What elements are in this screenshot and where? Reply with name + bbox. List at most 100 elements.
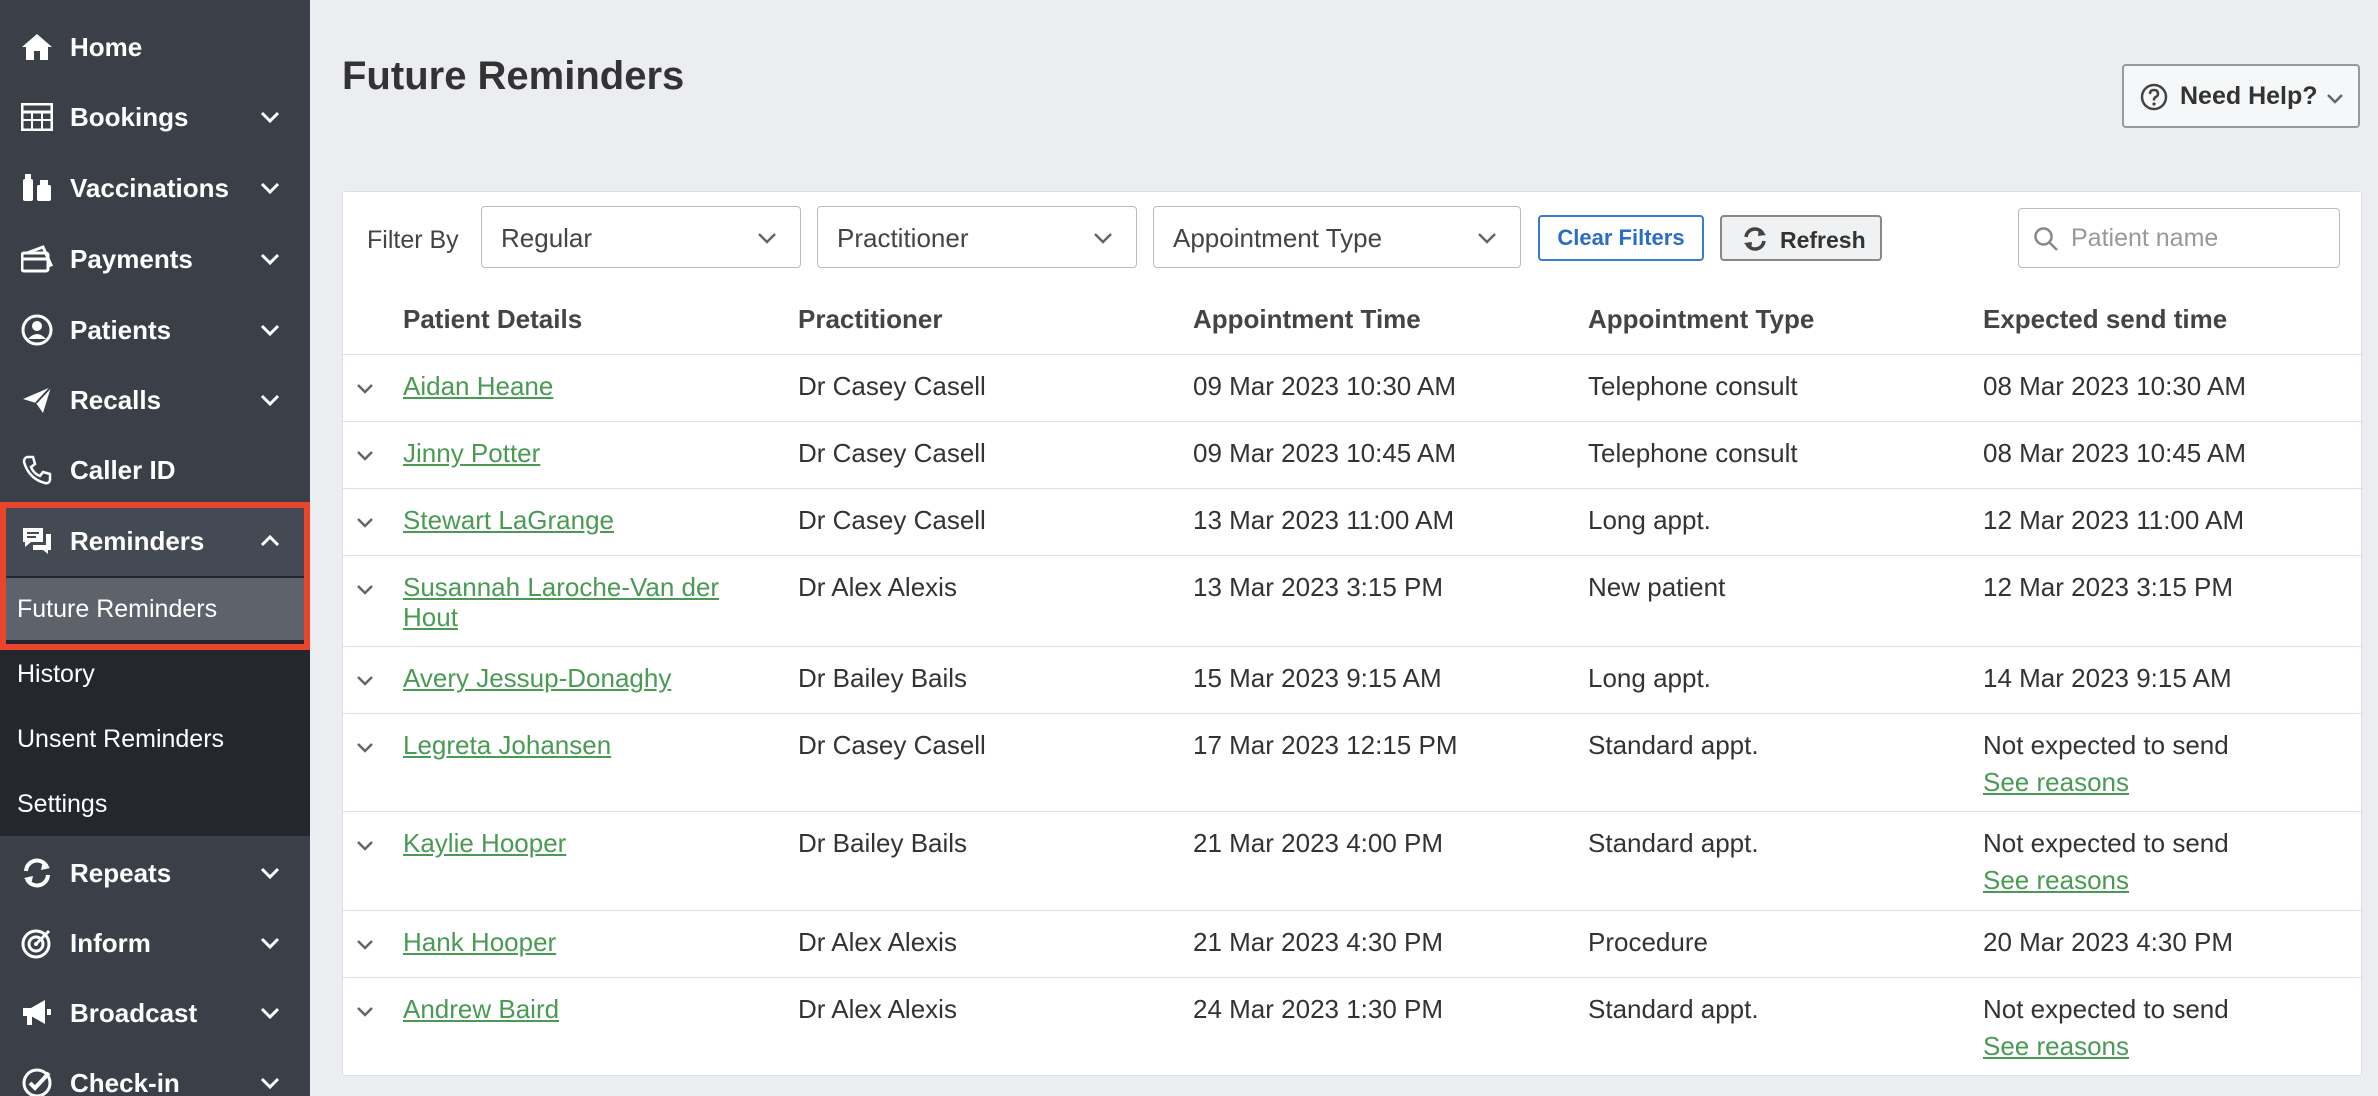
refresh-label: Refresh: [1780, 227, 1866, 253]
appointment-time-cell: 21 Mar 2023 4:30 PM: [1193, 927, 1444, 957]
appointment-type-cell: New patient: [1588, 572, 1726, 602]
expected-send-cell: Not expected to send: [1983, 994, 2229, 1024]
patient-link[interactable]: Andrew Baird: [403, 994, 559, 1024]
expected-send-cell: 20 Mar 2023 4:30 PM: [1983, 927, 2234, 957]
see-reasons-link[interactable]: See reasons: [1983, 865, 2129, 895]
table-row[interactable]: Avery Jessup-Donaghy Dr Bailey Bails 15 …: [343, 646, 2363, 713]
chevron-down-icon: [258, 1071, 282, 1095]
patient-link-continued[interactable]: Hout: [403, 602, 458, 632]
patient-link[interactable]: Hank Hooper: [403, 927, 556, 957]
chevron-down-icon: [1092, 225, 1114, 254]
table-row[interactable]: Stewart LaGrange Dr Casey Casell 13 Mar …: [343, 488, 2363, 555]
appointment-time-cell: 24 Mar 2023 1:30 PM: [1193, 994, 1444, 1024]
chevron-down-icon: [258, 388, 282, 412]
phone-icon: [20, 453, 54, 487]
practitioner-cell: Dr Alex Alexis: [798, 572, 957, 602]
appointment-time-cell: 17 Mar 2023 12:15 PM: [1193, 730, 1458, 760]
sidebar-item-label: Patients: [70, 314, 172, 345]
sidebar-item-label: Payments: [70, 243, 193, 274]
sidebar-subitem-unsent-reminders[interactable]: Unsent Reminders: [0, 708, 310, 770]
patient-link[interactable]: Aidan Heane: [403, 371, 553, 401]
reminder-type-select[interactable]: Regular: [481, 206, 801, 268]
practitioner-cell: Dr Casey Casell: [798, 438, 986, 468]
appointment-type-cell: Long appt.: [1588, 663, 1711, 693]
practitioner-select[interactable]: Practitioner: [817, 206, 1137, 268]
patient-link[interactable]: Stewart LaGrange: [403, 505, 614, 535]
patient-link[interactable]: Susannah Laroche-Van der: [403, 572, 719, 602]
clear-filters-button[interactable]: Clear Filters: [1538, 215, 1704, 261]
sidebar-item-patients[interactable]: Patients: [0, 295, 310, 365]
sidebar-item-check-in[interactable]: Check-in: [0, 1048, 310, 1096]
practitioner-cell: Dr Casey Casell: [798, 371, 986, 401]
sidebar-item-broadcast[interactable]: Broadcast: [0, 978, 310, 1048]
sidebar-item-repeats[interactable]: Repeats: [0, 838, 310, 908]
expand-row-icon[interactable]: [352, 832, 378, 858]
page-title: Future Reminders: [342, 54, 685, 98]
expand-row-icon[interactable]: [352, 931, 378, 957]
expected-send-cell: 12 Mar 2023 11:00 AM: [1983, 505, 2245, 535]
sidebar-item-home[interactable]: Home: [0, 12, 310, 82]
chevron-down-icon: [258, 318, 282, 342]
expand-row-icon[interactable]: [352, 998, 378, 1024]
see-reasons-link[interactable]: See reasons: [1983, 767, 2129, 797]
vial-icon: [20, 171, 54, 205]
sidebar-item-bookings[interactable]: Bookings: [0, 82, 310, 152]
practitioner-cell: Dr Bailey Bails: [798, 828, 968, 858]
appointment-type-cell: Telephone consult: [1588, 371, 1798, 401]
see-reasons-link[interactable]: See reasons: [1983, 1031, 2129, 1061]
chevron-down-icon: [258, 247, 282, 271]
column-header-patient-details: Patient Details: [403, 304, 583, 334]
sidebar-item-label: Broadcast: [70, 997, 198, 1028]
appointment-type-cell: Telephone consult: [1588, 438, 1798, 468]
sidebar-item-label: Home: [70, 31, 143, 62]
sidebar-item-inform[interactable]: Inform: [0, 908, 310, 978]
user-circle-icon: [20, 313, 54, 347]
expand-row-icon[interactable]: [352, 375, 378, 401]
expand-row-icon[interactable]: [352, 667, 378, 693]
patient-link[interactable]: Jinny Potter: [403, 438, 540, 468]
sidebar-item-caller-id[interactable]: Caller ID: [0, 435, 310, 505]
expand-row-icon[interactable]: [352, 442, 378, 468]
appointment-time-cell: 13 Mar 2023 11:00 AM: [1193, 505, 1455, 535]
table-row[interactable]: Jinny Potter Dr Casey Casell 09 Mar 2023…: [343, 421, 2363, 488]
column-header-appointment-type: Appointment Type: [1588, 304, 1815, 334]
expected-send-cell: 08 Mar 2023 10:45 AM: [1983, 438, 2247, 468]
table-row[interactable]: Susannah Laroche-Van der Hout Dr Alex Al…: [343, 555, 2363, 646]
sidebar-subitem-settings[interactable]: Settings: [0, 773, 310, 835]
sidebar-subitem-history[interactable]: History: [0, 643, 310, 705]
chevron-down-icon: [756, 225, 778, 254]
expand-row-icon[interactable]: [352, 576, 378, 602]
patient-link[interactable]: Legreta Johansen: [403, 730, 611, 760]
sidebar-item-recalls[interactable]: Recalls: [0, 365, 310, 435]
refresh-button[interactable]: Refresh: [1720, 215, 1882, 261]
table-row[interactable]: Legreta Johansen Dr Casey Casell 17 Mar …: [343, 713, 2363, 811]
calendar-grid-icon: [20, 100, 54, 134]
sidebar-item-payments[interactable]: Payments: [0, 224, 310, 294]
table-row[interactable]: Aidan Heane Dr Casey Casell 09 Mar 2023 …: [343, 354, 2363, 421]
table-row[interactable]: Kaylie Hooper Dr Bailey Bails 21 Mar 202…: [343, 811, 2363, 910]
expected-send-cell: 08 Mar 2023 10:30 AM: [1983, 371, 2247, 401]
chevron-down-icon: [258, 931, 282, 955]
appointment-time-cell: 09 Mar 2023 10:45 AM: [1193, 438, 1457, 468]
appointment-type-cell: Standard appt.: [1588, 994, 1759, 1024]
table-row[interactable]: Andrew Baird Dr Alex Alexis 24 Mar 2023 …: [343, 977, 2363, 1075]
patient-search-input[interactable]: [2071, 221, 2331, 255]
repeat-icon: [20, 856, 54, 890]
need-help-button[interactable]: Need Help?: [2122, 64, 2360, 128]
expand-row-icon[interactable]: [352, 734, 378, 760]
patient-link[interactable]: Kaylie Hooper: [403, 828, 566, 858]
patient-link[interactable]: Avery Jessup-Donaghy: [403, 663, 671, 693]
table-row[interactable]: Hank Hooper Dr Alex Alexis 21 Mar 2023 4…: [343, 910, 2363, 977]
expand-row-icon[interactable]: [352, 509, 378, 535]
column-header-expected-send-time: Expected send time: [1983, 304, 2228, 334]
refresh-icon: [1742, 226, 1768, 258]
patient-link-wrap: Susannah Laroche-Van der Hout: [403, 572, 719, 632]
patient-search-field[interactable]: [2018, 208, 2340, 268]
column-header-practitioner: Practitioner: [798, 304, 943, 334]
filter-by-label: Filter By: [367, 226, 459, 254]
sidebar-item-vaccinations[interactable]: Vaccinations: [0, 153, 310, 223]
expected-send-cell: Not expected to send: [1983, 730, 2229, 760]
appointment-type-select[interactable]: Appointment Type: [1153, 206, 1521, 268]
appointment-time-cell: 13 Mar 2023 3:15 PM: [1193, 572, 1444, 602]
chevron-down-icon: [2326, 86, 2344, 115]
